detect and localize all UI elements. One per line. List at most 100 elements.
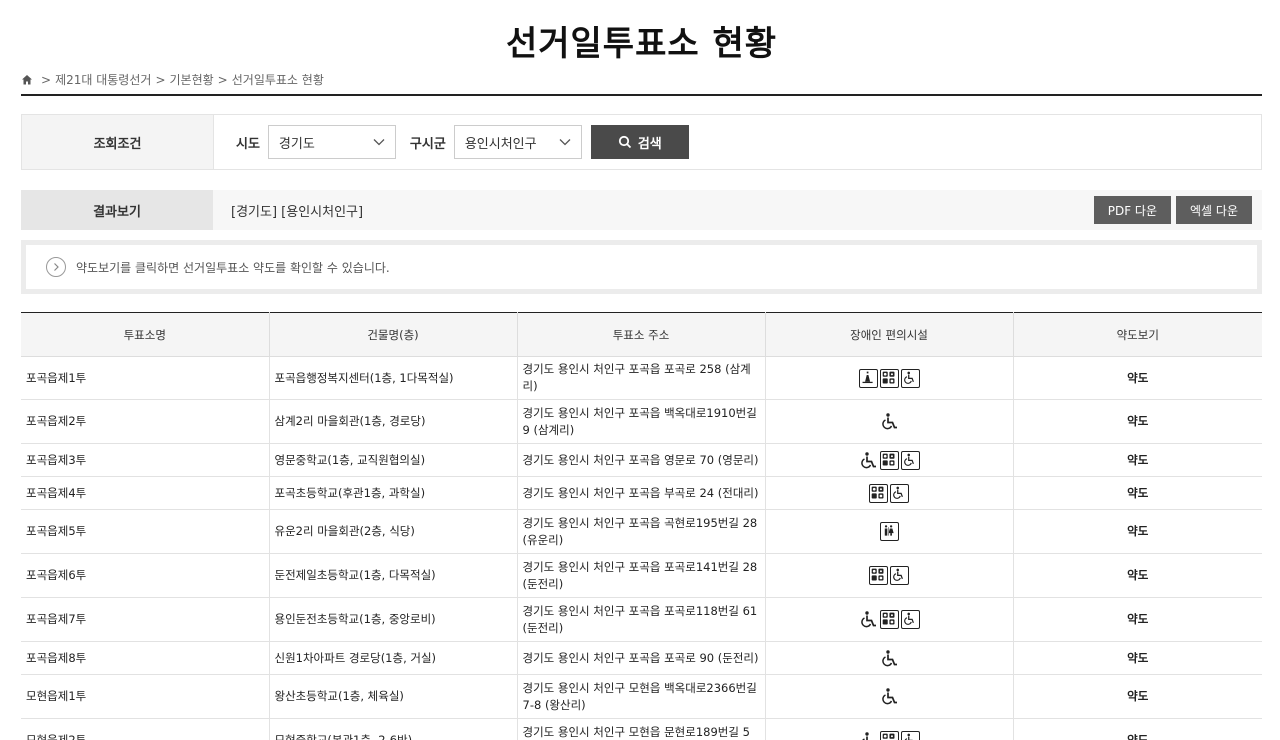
- search-icon: [618, 135, 631, 149]
- result-label: 결과보기: [21, 190, 213, 230]
- wheelchair-box-icon: [900, 731, 920, 740]
- gusigun-select-value: 용인시처인구: [464, 136, 537, 152]
- toilet-icon: [879, 522, 899, 541]
- station-name-cell: 모현읍제1투: [21, 674, 270, 719]
- accessibility-icons: [858, 450, 920, 470]
- accessibility-icons: [858, 610, 920, 629]
- accessibility-icons: [858, 731, 920, 740]
- station-name-cell: 포곡읍제3투: [21, 443, 270, 477]
- address-cell: 경기도 용인시 처인구 포곡읍 포곡로 258 (삼계리): [517, 356, 766, 400]
- header-accessibility: 장애인 편의시설: [765, 312, 1014, 357]
- wheelchair-box-icon: [890, 566, 909, 585]
- breadcrumb-item-current: 선거일투표소 현황: [231, 73, 324, 87]
- chevron-down-icon: [559, 139, 571, 146]
- building-cell: 왕산초등학교(1층, 체육실): [269, 674, 518, 719]
- breadcrumb-item-election[interactable]: 제21대 대통령선거: [55, 66, 151, 94]
- accessibility-cell: [765, 553, 1014, 598]
- header-address: 투표소 주소: [517, 312, 766, 357]
- chevron-down-icon: [373, 139, 385, 146]
- breadcrumb-separator: >: [41, 73, 52, 87]
- download-buttons: PDF 다운 엑셀 다운: [1093, 190, 1262, 230]
- building-cell: 신원1차아파트 경로당(1층, 거실): [269, 641, 518, 675]
- wheelchair-icon: [858, 610, 878, 629]
- accessibility-icons: [879, 412, 899, 431]
- sido-label: 시도: [236, 136, 260, 152]
- map-link[interactable]: 약도: [1013, 399, 1262, 444]
- home-icon[interactable]: [21, 74, 33, 86]
- building-cell: 삼계2리 마을회관(1층, 경로당): [269, 399, 518, 444]
- wheelchair-icon: [879, 412, 899, 431]
- wheelchair-box-icon: [900, 610, 920, 629]
- header-map: 약도보기: [1013, 312, 1262, 357]
- map-link[interactable]: 약도: [1013, 597, 1262, 642]
- table-row: 포곡읍제4투 포곡초등학교(후관1층, 과학실) 경기도 용인시 처인구 포곡읍 부…: [21, 476, 1262, 510]
- address-cell: 경기도 용인시 처인구 포곡읍 포곡로141번길 28 (둔전리): [517, 553, 766, 598]
- wheelchair-box-icon: [900, 450, 920, 470]
- building-cell: 모현중학교(본관1층, 2-6반): [269, 718, 518, 740]
- map-link[interactable]: 약도: [1013, 356, 1262, 400]
- wheelchair-box-icon: [900, 368, 920, 388]
- building-cell: 유운2리 마을회관(2층, 식당): [269, 509, 518, 554]
- accessibility-cell: [765, 674, 1014, 719]
- map-link[interactable]: 약도: [1013, 641, 1262, 675]
- accessibility-icons: [869, 483, 909, 503]
- braille-icon: [869, 483, 888, 503]
- accessibility-cell: [765, 509, 1014, 554]
- table-row: 포곡읍제5투 유운2리 마을회관(2층, 식당) 경기도 용인시 처인구 포곡읍 곡…: [21, 509, 1262, 554]
- elevator-icon: [858, 368, 878, 388]
- header-station-name: 투표소명: [21, 312, 270, 357]
- braille-icon: [879, 731, 899, 740]
- polling-station-table: 투표소명 건물명(층) 투표소 주소 장애인 편의시설 약도보기 포곡읍제1투 포…: [21, 312, 1262, 740]
- building-cell: 포곡읍행정복지센터(1층, 1다목적실): [269, 356, 518, 400]
- result-panel: 결과보기 [경기도] [용인시처인구] PDF 다운 엑셀 다운: [21, 190, 1262, 230]
- excel-download-button[interactable]: 엑셀 다운: [1176, 196, 1252, 224]
- map-link[interactable]: 약도: [1013, 476, 1262, 510]
- wheelchair-icon: [858, 450, 878, 470]
- search-panel: 조회조건 시도 경기도 구시군 용인시처인구 검색: [21, 114, 1262, 170]
- accessibility-cell: [765, 476, 1014, 510]
- breadcrumb: > 제21대 대통령선거 > 기본현황 > 선거일투표소 현황: [21, 66, 1262, 96]
- address-cell: 경기도 용인시 처인구 모현읍 백옥대로2366번길 7-8 (왕산리): [517, 674, 766, 719]
- notice-box: 약도보기를 클릭하면 선거일투표소 약도를 확인할 수 있습니다.: [21, 240, 1262, 294]
- sido-select-value: 경기도: [278, 136, 315, 152]
- table-row: 포곡읍제3투 영문중학교(1층, 교직원협의실) 경기도 용인시 처인구 포곡읍 영…: [21, 443, 1262, 477]
- table-row: 포곡읍제1투 포곡읍행정복지센터(1층, 1다목적실) 경기도 용인시 처인구 포곡…: [21, 356, 1262, 400]
- address-cell: 경기도 용인시 처인구 포곡읍 포곡로 90 (둔전리): [517, 641, 766, 675]
- map-link[interactable]: 약도: [1013, 674, 1262, 719]
- accessibility-icons: [879, 522, 899, 541]
- breadcrumb-separator: >: [217, 73, 228, 87]
- table-body: 포곡읍제1투 포곡읍행정복지센터(1층, 1다목적실) 경기도 용인시 처인구 포곡…: [21, 356, 1262, 740]
- notice-text: 약도보기를 클릭하면 선거일투표소 약도를 확인할 수 있습니다.: [76, 260, 390, 275]
- accessibility-icons: [869, 566, 909, 585]
- accessibility-cell: [765, 443, 1014, 477]
- search-button[interactable]: 검색: [590, 125, 689, 159]
- page-title: 선거일투표소 현황: [505, 24, 778, 64]
- accessibility-cell: [765, 718, 1014, 740]
- gusigun-select[interactable]: 용인시처인구: [453, 125, 582, 159]
- accessibility-cell: [765, 641, 1014, 675]
- search-condition-label: 조회조건: [22, 115, 214, 169]
- table-row: 포곡읍제2투 삼계2리 마을회관(1층, 경로당) 경기도 용인시 처인구 포곡읍 …: [21, 399, 1262, 444]
- table-row: 포곡읍제8투 신원1차아파트 경로당(1층, 거실) 경기도 용인시 처인구 포곡읍…: [21, 641, 1262, 675]
- chevron-right-circle-icon: [46, 257, 66, 277]
- pdf-download-button[interactable]: PDF 다운: [1093, 196, 1172, 224]
- address-cell: 경기도 용인시 처인구 모현읍 문현로189번길 5 (왕산리): [517, 718, 766, 740]
- map-link[interactable]: 약도: [1013, 718, 1262, 740]
- address-cell: 경기도 용인시 처인구 포곡읍 곡현로195번길 28 (유운리): [517, 509, 766, 554]
- breadcrumb-separator: >: [155, 73, 166, 87]
- sido-select[interactable]: 경기도: [267, 125, 396, 159]
- station-name-cell: 포곡읍제2투: [21, 399, 270, 444]
- result-value: [경기도] [용인시처인구]: [231, 204, 364, 220]
- header-building: 건물명(층): [269, 312, 518, 357]
- station-name-cell: 포곡읍제5투: [21, 509, 270, 554]
- page-container: 선거일투표소 현황 > 제21대 대통령선거 > 기본현황 > 선거일투표소 현…: [21, 0, 1262, 740]
- breadcrumb-item-basic-status[interactable]: 기본현황: [170, 66, 214, 94]
- accessibility-icons: [858, 368, 920, 388]
- map-link[interactable]: 약도: [1013, 509, 1262, 554]
- building-cell: 둔전제일초등학교(1층, 다목적실): [269, 553, 518, 598]
- station-name-cell: 모현읍제2투: [21, 718, 270, 740]
- station-name-cell: 포곡읍제8투: [21, 641, 270, 675]
- table-header-row: 투표소명 건물명(층) 투표소 주소 장애인 편의시설 약도보기: [21, 312, 1262, 357]
- map-link[interactable]: 약도: [1013, 553, 1262, 598]
- map-link[interactable]: 약도: [1013, 443, 1262, 477]
